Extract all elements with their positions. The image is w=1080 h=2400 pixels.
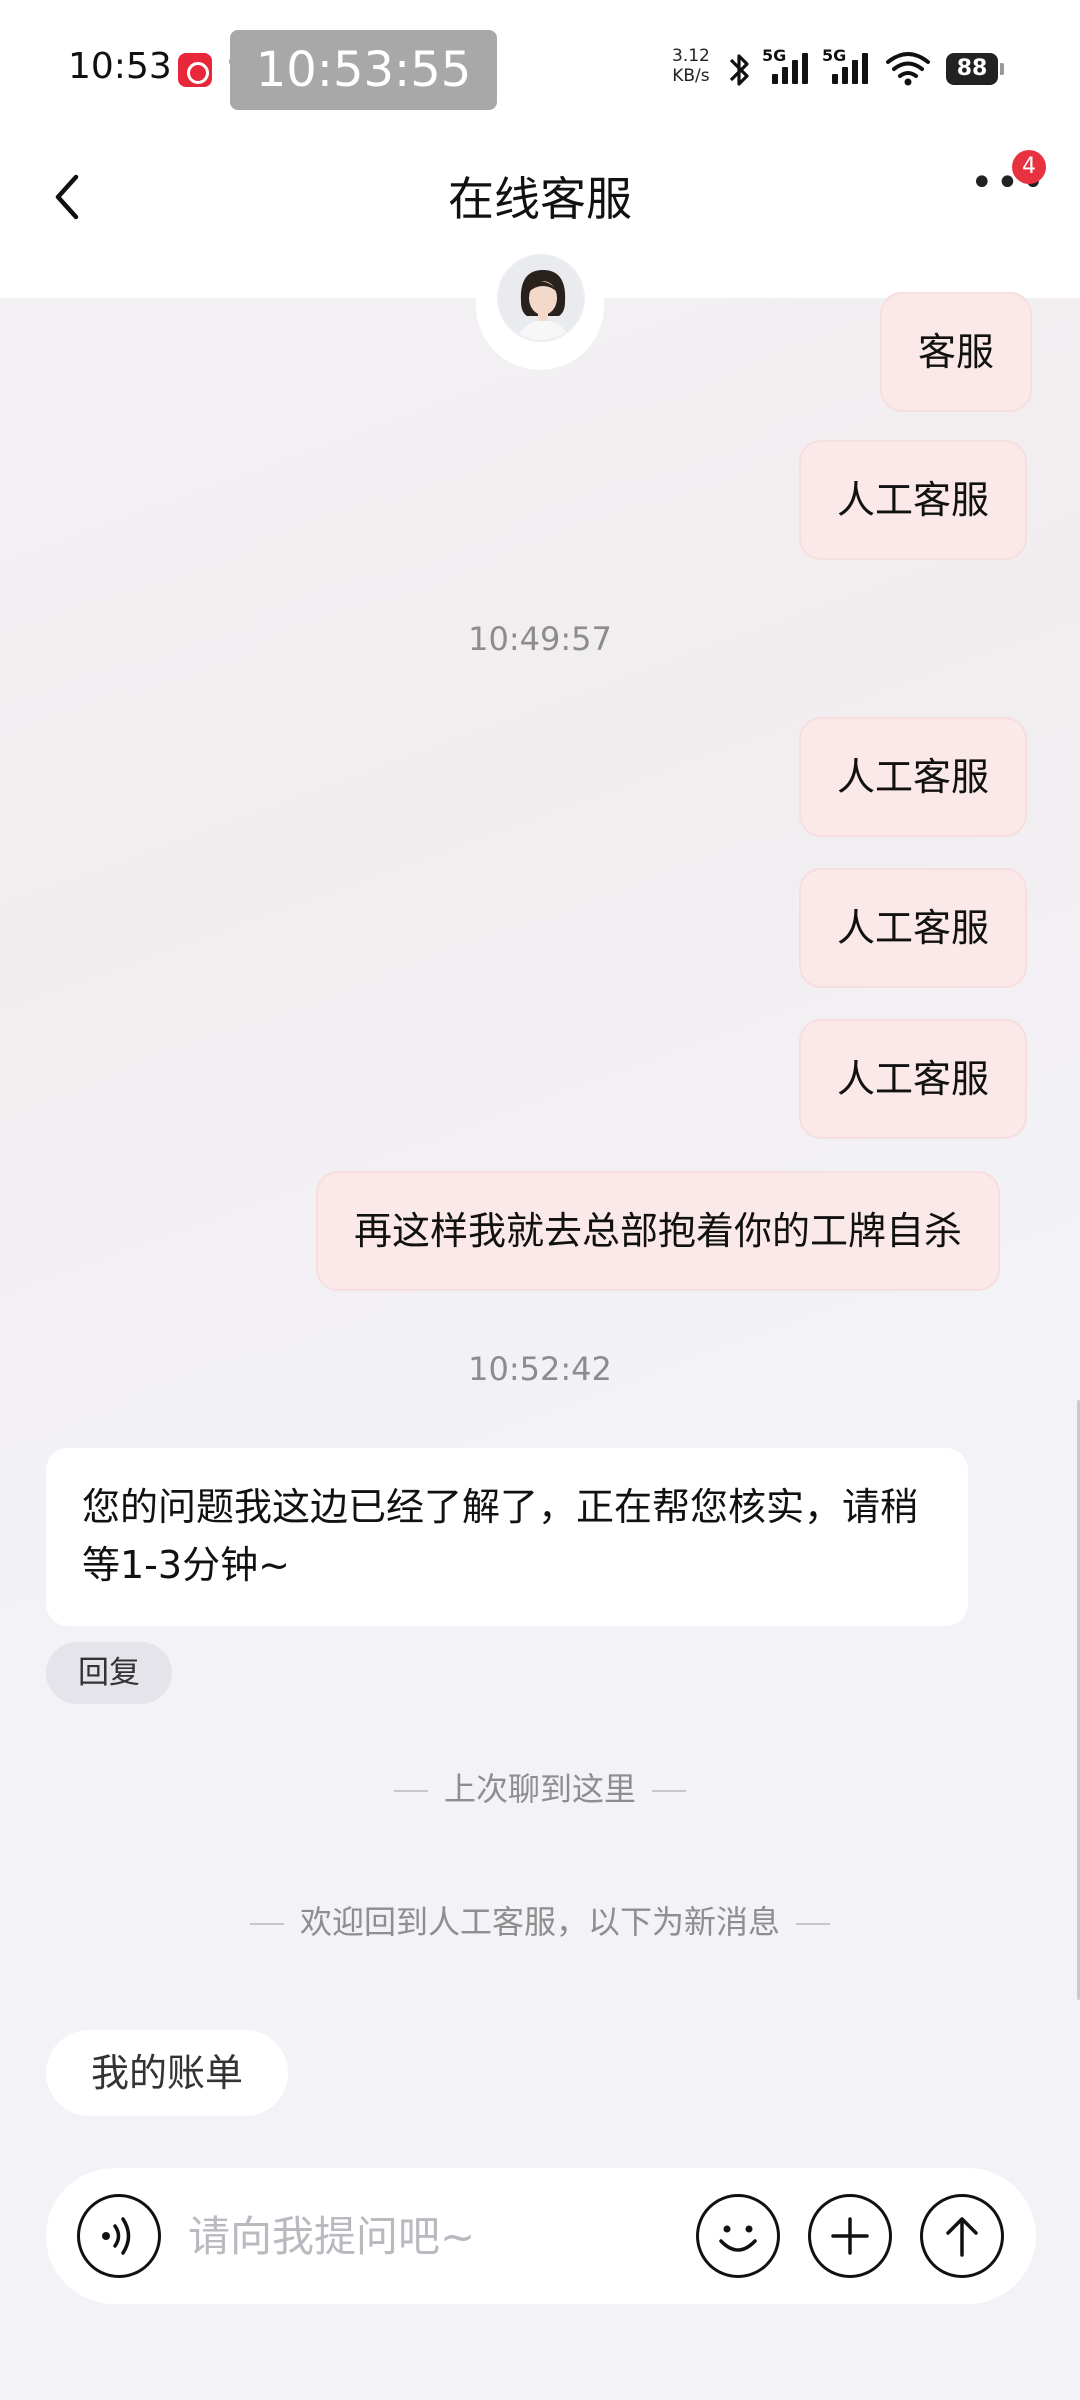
- battery-icon: 88: [946, 53, 1004, 85]
- message-input-bar: [46, 2168, 1036, 2304]
- agent-avatar-image: [499, 256, 583, 340]
- user-message-bubble[interactable]: 人工客服: [799, 1019, 1028, 1139]
- voice-input-button[interactable]: [77, 2194, 161, 2278]
- last-chat-divider: 上次聊到这里: [0, 1764, 1080, 1810]
- message-timestamp: 10:49:57: [468, 620, 612, 658]
- unread-badge: 4: [1012, 150, 1046, 184]
- chat-messages-area[interactable]: 客服 人工客服 10:49:57 人工客服 人工客服 人工客服 再这样我就去总部…: [0, 292, 1080, 2148]
- message-timestamp: 10:52:42: [468, 1350, 612, 1388]
- sim2-network-label: 5G: [822, 46, 847, 65]
- status-bar: 10:53 ··· 10:53:55 3.12 KB/s 5G 5G 88: [0, 0, 1080, 135]
- last-chat-divider-text: 上次聊到这里: [443, 1770, 636, 1808]
- emoji-button[interactable]: [696, 2194, 780, 2278]
- my-bill-quick-action[interactable]: 我的账单: [46, 2030, 288, 2116]
- voice-icon: [102, 2217, 131, 2255]
- wifi-icon: [886, 52, 930, 86]
- user-message-bubble[interactable]: 再这样我就去总部抱着你的工牌自杀: [316, 1171, 1001, 1291]
- app-notification-icon: [178, 53, 212, 87]
- page-title: 在线客服: [448, 172, 632, 226]
- network-speed-value: 3.12: [672, 46, 710, 66]
- message-input[interactable]: [188, 2198, 708, 2274]
- emoji-icon: [719, 2225, 757, 2252]
- status-time: 10:53: [68, 46, 172, 87]
- new-messages-divider: 欢迎回到人工客服，以下为新消息: [0, 1897, 1080, 1943]
- sim2-signal-icon: 5G: [822, 46, 892, 90]
- agent-message-bubble[interactable]: 您的问题我这边已经了解了，正在帮您核实，请稍等1-3分钟~: [46, 1448, 968, 1626]
- plus-icon: [831, 2217, 869, 2255]
- floating-clock[interactable]: 10:53:55: [230, 30, 497, 110]
- user-message-bubble[interactable]: 客服: [880, 292, 1033, 412]
- sim1-network-label: 5G: [762, 46, 787, 65]
- agent-avatar[interactable]: [497, 254, 585, 342]
- network-speed: 3.12 KB/s: [672, 46, 710, 86]
- user-message-bubble[interactable]: 人工客服: [799, 868, 1028, 988]
- network-speed-unit: KB/s: [672, 66, 710, 86]
- user-message-bubble[interactable]: 人工客服: [799, 717, 1028, 837]
- add-attachment-button[interactable]: [808, 2194, 892, 2278]
- send-button[interactable]: [920, 2194, 1004, 2278]
- new-messages-divider-text: 欢迎回到人工客服，以下为新消息: [299, 1903, 780, 1941]
- arrow-up-icon: [946, 2217, 978, 2257]
- agent-message-text: 您的问题我这边已经了解了，正在帮您核实，请稍等1-3分钟~: [82, 1485, 919, 1587]
- bluetooth-icon: [729, 54, 749, 86]
- user-message-bubble[interactable]: 人工客服: [799, 440, 1028, 560]
- reply-button[interactable]: 回复: [46, 1642, 172, 1704]
